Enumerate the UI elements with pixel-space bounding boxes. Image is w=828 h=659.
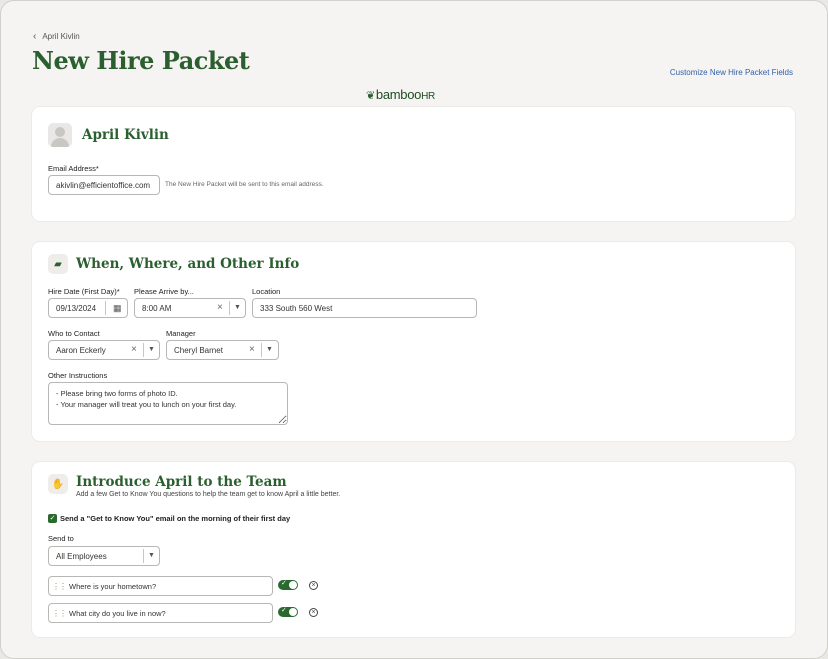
question-text: Where is your hometown? bbox=[69, 581, 157, 591]
email-field[interactable]: akivlin@efficientoffice.com bbox=[48, 175, 160, 195]
breadcrumb[interactable]: ‹ April Kivlin bbox=[33, 31, 80, 42]
arrive-time-value: 8:00 AM bbox=[142, 303, 172, 313]
logo-text: bamboo bbox=[375, 87, 422, 102]
team-section-title: Introduce April to the Team bbox=[76, 474, 287, 490]
chevron-down-icon[interactable]: ▼ bbox=[234, 304, 241, 311]
toggle-knob bbox=[289, 608, 297, 616]
drag-handle-icon[interactable]: ⋮⋮ bbox=[49, 582, 69, 591]
check-icon: ✓ bbox=[281, 607, 287, 614]
team-card: ✋ Introduce April to the Team Add a few … bbox=[32, 462, 795, 637]
manager-label: Manager bbox=[166, 329, 196, 338]
avatar bbox=[48, 123, 72, 147]
contact-value: Aaron Eckerly bbox=[56, 345, 106, 355]
divider bbox=[261, 343, 262, 357]
chevron-left-icon: ‹ bbox=[33, 31, 37, 42]
contact-label: Who to Contact bbox=[48, 329, 100, 338]
location-field[interactable]: 333 South 560 West bbox=[252, 298, 477, 318]
arrive-label: Please Arrive by... bbox=[134, 287, 194, 296]
map-icon: ▰ bbox=[48, 254, 68, 274]
clear-icon[interactable]: × bbox=[131, 344, 137, 355]
question-field[interactable]: ⋮⋮ Where is your hometown? bbox=[48, 576, 273, 596]
check-icon: ✓ bbox=[281, 580, 287, 587]
clear-icon[interactable]: × bbox=[249, 344, 255, 355]
remove-question-icon[interactable]: × bbox=[309, 608, 318, 617]
instructions-label: Other Instructions bbox=[48, 371, 108, 380]
employee-card: April Kivlin Email Address* akivlin@effi… bbox=[32, 107, 795, 221]
chevron-down-icon[interactable]: ▼ bbox=[148, 346, 155, 353]
customize-fields-link[interactable]: Customize New Hire Packet Fields bbox=[670, 68, 793, 77]
divider bbox=[105, 301, 106, 315]
email-label: Email Address* bbox=[48, 164, 99, 173]
calendar-icon[interactable]: ▦ bbox=[113, 303, 122, 314]
clear-icon[interactable]: × bbox=[217, 302, 223, 313]
team-icon: ✋ bbox=[48, 474, 68, 494]
send-email-checkbox[interactable]: ✓ bbox=[48, 514, 57, 523]
question-text: What city do you live in now? bbox=[69, 608, 166, 618]
manager-select[interactable]: Cheryl Barnet bbox=[166, 340, 279, 360]
avatar-head bbox=[55, 127, 65, 137]
divider bbox=[143, 343, 144, 357]
chevron-down-icon[interactable]: ▼ bbox=[266, 346, 273, 353]
bamboohr-logo: ❦ bamboo HR bbox=[366, 87, 435, 102]
question-toggle[interactable]: ✓ bbox=[278, 580, 298, 590]
send-email-label: Send a "Get to Know You" email on the mo… bbox=[60, 514, 291, 523]
toggle-knob bbox=[289, 581, 297, 589]
drag-handle-icon[interactable]: ⋮⋮ bbox=[49, 609, 69, 618]
breadcrumb-label: April Kivlin bbox=[42, 32, 80, 41]
hire-date-value: 09/13/2024 bbox=[56, 303, 97, 313]
hire-date-label: Hire Date (First Day)* bbox=[48, 287, 120, 296]
question-field[interactable]: ⋮⋮ What city do you live in now? bbox=[48, 603, 273, 623]
send-to-label: Send to bbox=[48, 534, 74, 543]
avatar-body bbox=[51, 138, 69, 147]
page-title: New Hire Packet bbox=[32, 46, 250, 75]
location-label: Location bbox=[252, 287, 281, 296]
divider bbox=[143, 549, 144, 563]
team-section-subtitle: Add a few Get to Know You questions to h… bbox=[76, 491, 341, 498]
info-card: ▰ When, Where, and Other Info Hire Date … bbox=[32, 242, 795, 441]
logo-suffix: HR bbox=[421, 91, 435, 102]
remove-question-icon[interactable]: × bbox=[309, 581, 318, 590]
instructions-textarea[interactable]: - Please bring two forms of photo ID. - … bbox=[48, 382, 288, 425]
question-toggle[interactable]: ✓ bbox=[278, 607, 298, 617]
chevron-down-icon[interactable]: ▼ bbox=[148, 552, 155, 559]
send-to-value: All Employees bbox=[56, 551, 107, 561]
manager-value: Cheryl Barnet bbox=[174, 345, 223, 355]
email-hint: The New Hire Packet will be sent to this… bbox=[165, 181, 324, 188]
app-window: ‹ April Kivlin New Hire Packet Customize… bbox=[0, 0, 828, 659]
leaf-icon: ❦ bbox=[366, 90, 375, 102]
employee-name: April Kivlin bbox=[82, 127, 169, 143]
divider bbox=[229, 301, 230, 315]
info-section-title: When, Where, and Other Info bbox=[76, 256, 300, 272]
